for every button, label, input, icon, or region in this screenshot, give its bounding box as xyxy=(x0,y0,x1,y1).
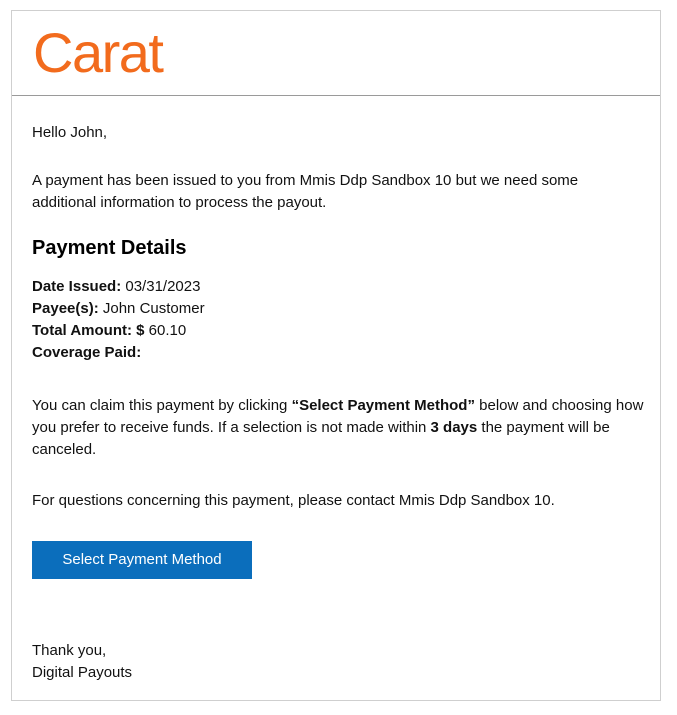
total-amount-value: 60.10 xyxy=(148,322,187,339)
intro-paragraph: A payment has been issued to you from Mm… xyxy=(32,172,579,211)
signoff-thanks: Thank you, xyxy=(32,642,107,659)
email-card: Carat Hello John, A payment has been iss… xyxy=(11,10,661,701)
payment-details-heading: Payment Details xyxy=(32,237,187,259)
questions-paragraph: For questions concerning this payment, p… xyxy=(32,492,555,509)
payees-row: Payee(s): John Customer xyxy=(32,298,205,320)
total-amount-label: Total Amount: xyxy=(32,322,132,339)
signoff: Thank you, Digital Payouts xyxy=(32,640,132,684)
carat-logo: Carat xyxy=(33,21,164,84)
coverage-paid-row: Coverage Paid: xyxy=(32,342,205,364)
claim-instructions: You can claim this payment by clicking “… xyxy=(32,395,644,461)
date-issued-row: Date Issued: 03/31/2023 xyxy=(32,276,205,298)
claim-deadline: 3 days xyxy=(430,419,478,436)
payment-details-list: Date Issued: 03/31/2023 Payee(s): John C… xyxy=(32,276,205,364)
claim-button-reference: “Select Payment Method” xyxy=(291,397,475,414)
date-issued-value: 03/31/2023 xyxy=(125,278,201,295)
claim-text-part1: You can claim this payment by clicking xyxy=(32,397,292,414)
total-amount-row: Total Amount: $ 60.10 xyxy=(32,320,205,342)
select-payment-method-button[interactable]: Select Payment Method xyxy=(32,541,252,579)
signoff-sender: Digital Payouts xyxy=(32,664,133,681)
total-amount-currency: $ xyxy=(136,322,145,339)
payees-value: John Customer xyxy=(102,300,205,317)
date-issued-label: Date Issued: xyxy=(32,278,122,295)
coverage-paid-label: Coverage Paid: xyxy=(32,344,142,361)
email-header: Carat xyxy=(12,11,660,96)
payees-label: Payee(s): xyxy=(32,300,99,317)
greeting-text: Hello John, xyxy=(32,124,108,141)
